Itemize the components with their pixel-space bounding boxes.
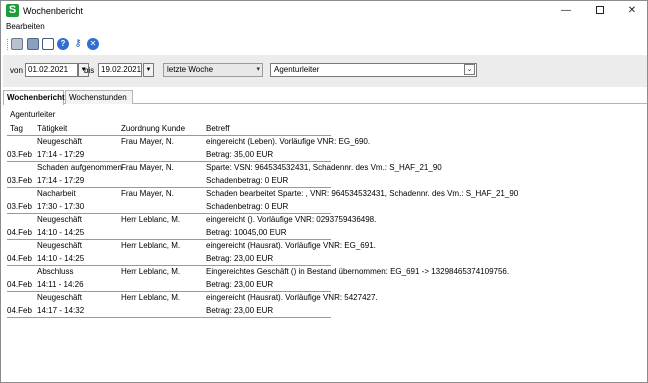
toolbar: ? ⚷ ✕ — [1, 36, 647, 53]
date-cell: 03.Feb — [7, 176, 32, 185]
group-heading: Agenturleiter — [10, 110, 56, 119]
help-icon[interactable]: ? — [57, 38, 69, 50]
minimize-button[interactable]: — — [549, 1, 583, 21]
time-cell: 14:17 - 14:32 — [37, 306, 85, 315]
table-row[interactable]: Neugeschäft 04.Feb 14:17 - 14:32 Herr Le… — [7, 292, 647, 318]
toolbar-grip — [7, 39, 9, 50]
tab-strip: Wochenbericht Wochenstunden — [3, 90, 647, 105]
column-header-kunde: Zuordnung Kunde — [121, 124, 186, 133]
activity-cell: Neugeschäft — [37, 137, 82, 146]
amount-cell: Betrag: 23,00 EUR — [206, 306, 274, 315]
report-window: S Wochenbericht — ✕ Bearbeiten ? ⚷ ✕ von… — [0, 0, 648, 383]
period-select[interactable]: letzte Woche ▾ — [163, 63, 263, 77]
subject-cell: eingereicht (). Vorläufige VNR: 02937594… — [206, 215, 377, 224]
filter-bar: von 01.02.2021 ▼ bis 19.02.2021 ▼ letzte… — [3, 55, 647, 87]
maximize-button[interactable] — [583, 1, 617, 21]
time-cell: 17:30 - 17:30 — [37, 202, 85, 211]
menu-bar: Bearbeiten — [1, 21, 647, 34]
table-row[interactable]: Nacharbeit 03.Feb 17:30 - 17:30 Frau May… — [7, 188, 647, 214]
subject-cell: eingereicht (Hausrat). Vorläufige VNR: 5… — [206, 293, 378, 302]
chevron-down-icon: ⌄ — [464, 64, 475, 75]
subject-cell: eingereicht (Hausrat). Vorläufige VNR: E… — [206, 241, 376, 250]
table-row[interactable]: Schaden aufgenommen 03.Feb 17:14 - 17:29… — [7, 162, 647, 188]
time-cell: 17:14 - 17:29 — [37, 176, 85, 185]
date-cell: 03.Feb — [7, 202, 32, 211]
activity-cell: Neugeschäft — [37, 215, 82, 224]
key-icon[interactable]: ⚷ — [72, 38, 84, 50]
table-row[interactable]: Neugeschäft 03.Feb 17:14 - 17:29 Frau Ma… — [7, 136, 647, 162]
activity-cell: Neugeschäft — [37, 241, 82, 250]
column-header-betreff: Betreff — [206, 124, 230, 133]
window-title: Wochenbericht — [23, 6, 83, 16]
time-cell: 17:14 - 17:29 — [37, 150, 85, 159]
app-logo-icon: S — [6, 4, 19, 17]
subject-cell: Sparte: VSN: 964534532431, Schadennr. de… — [206, 163, 442, 172]
user-select-value: Agenturleiter — [274, 65, 320, 74]
customer-cell: Frau Mayer, N. — [121, 137, 174, 146]
close-window-button[interactable]: ✕ — [615, 1, 648, 21]
activity-cell: Schaden aufgenommen — [37, 163, 122, 172]
customer-cell: Herr Leblanc, M. — [121, 293, 181, 302]
amount-cell: Betrag: 10045,00 EUR — [206, 228, 287, 237]
subject-cell: eingereicht (Leben). Vorläufige VNR: EG_… — [206, 137, 371, 146]
date-cell: 04.Feb — [7, 228, 32, 237]
amount-cell: Schadenbetrag: 0 EUR — [206, 176, 289, 185]
date-cell: 04.Feb — [7, 306, 32, 315]
table-row[interactable]: Neugeschäft 04.Feb 14:10 - 14:25 Herr Le… — [7, 240, 647, 266]
customer-cell: Frau Mayer, N. — [121, 163, 174, 172]
to-label: bis — [84, 66, 95, 75]
report-content: Agenturleiter Tag Tätigkeit Zuordnung Ku… — [3, 105, 647, 382]
amount-cell: Betrag: 23,00 EUR — [206, 254, 274, 263]
period-select-value: letzte Woche — [167, 65, 214, 74]
column-header-taetigkeit: Tätigkeit — [37, 124, 68, 133]
row-divider — [7, 317, 331, 318]
title-bar: S Wochenbericht — ✕ — [1, 1, 647, 21]
menu-edit[interactable]: Bearbeiten — [6, 22, 45, 31]
chevron-down-icon: ▾ — [256, 66, 260, 73]
to-date-field[interactable]: 19.02.2021 — [98, 63, 142, 77]
activity-cell: Neugeschäft — [37, 293, 82, 302]
tab-wochenstunden[interactable]: Wochenstunden — [65, 90, 133, 104]
activity-cell: Abschluss — [37, 267, 74, 276]
print-icon[interactable] — [27, 38, 39, 50]
customer-cell: Frau Mayer, N. — [121, 189, 174, 198]
date-cell: 04.Feb — [7, 280, 32, 289]
subject-cell: Schaden bearbeitet Sparte: , VNR: 964534… — [206, 189, 519, 198]
time-cell: 14:11 - 14:26 — [37, 280, 84, 289]
customer-cell: Herr Leblanc, M. — [121, 267, 181, 276]
date-cell: 04.Feb — [7, 254, 32, 263]
tab-wochenbericht[interactable]: Wochenbericht — [3, 90, 65, 105]
activity-cell: Nacharbeit — [37, 189, 76, 198]
close-report-icon[interactable]: ✕ — [87, 38, 99, 50]
mail-icon[interactable] — [42, 38, 54, 50]
customer-cell: Herr Leblanc, M. — [121, 241, 181, 250]
table-row[interactable]: Abschluss 04.Feb 14:11 - 14:26 Herr Lebl… — [7, 266, 647, 292]
column-header-tag: Tag — [10, 124, 23, 133]
user-select[interactable]: Agenturleiter ⌄ — [270, 63, 477, 77]
from-date-field[interactable]: 01.02.2021 — [25, 63, 78, 77]
date-cell: 03.Feb — [7, 150, 32, 159]
to-date-dropdown-button[interactable]: ▼ — [143, 63, 154, 77]
maximize-icon — [596, 6, 604, 15]
time-cell: 14:10 - 14:25 — [37, 254, 85, 263]
amount-cell: Betrag: 35,00 EUR — [206, 150, 274, 159]
time-cell: 14:10 - 14:25 — [37, 228, 85, 237]
subject-cell: Eingereichtes Geschäft () in Bestand übe… — [206, 267, 510, 276]
save-icon[interactable] — [11, 38, 23, 50]
amount-cell: Schadenbetrag: 0 EUR — [206, 202, 289, 211]
table-row[interactable]: Neugeschäft 04.Feb 14:10 - 14:25 Herr Le… — [7, 214, 647, 240]
amount-cell: Betrag: 23,00 EUR — [206, 280, 274, 289]
customer-cell: Herr Leblanc, M. — [121, 215, 181, 224]
from-label: von — [10, 66, 23, 75]
